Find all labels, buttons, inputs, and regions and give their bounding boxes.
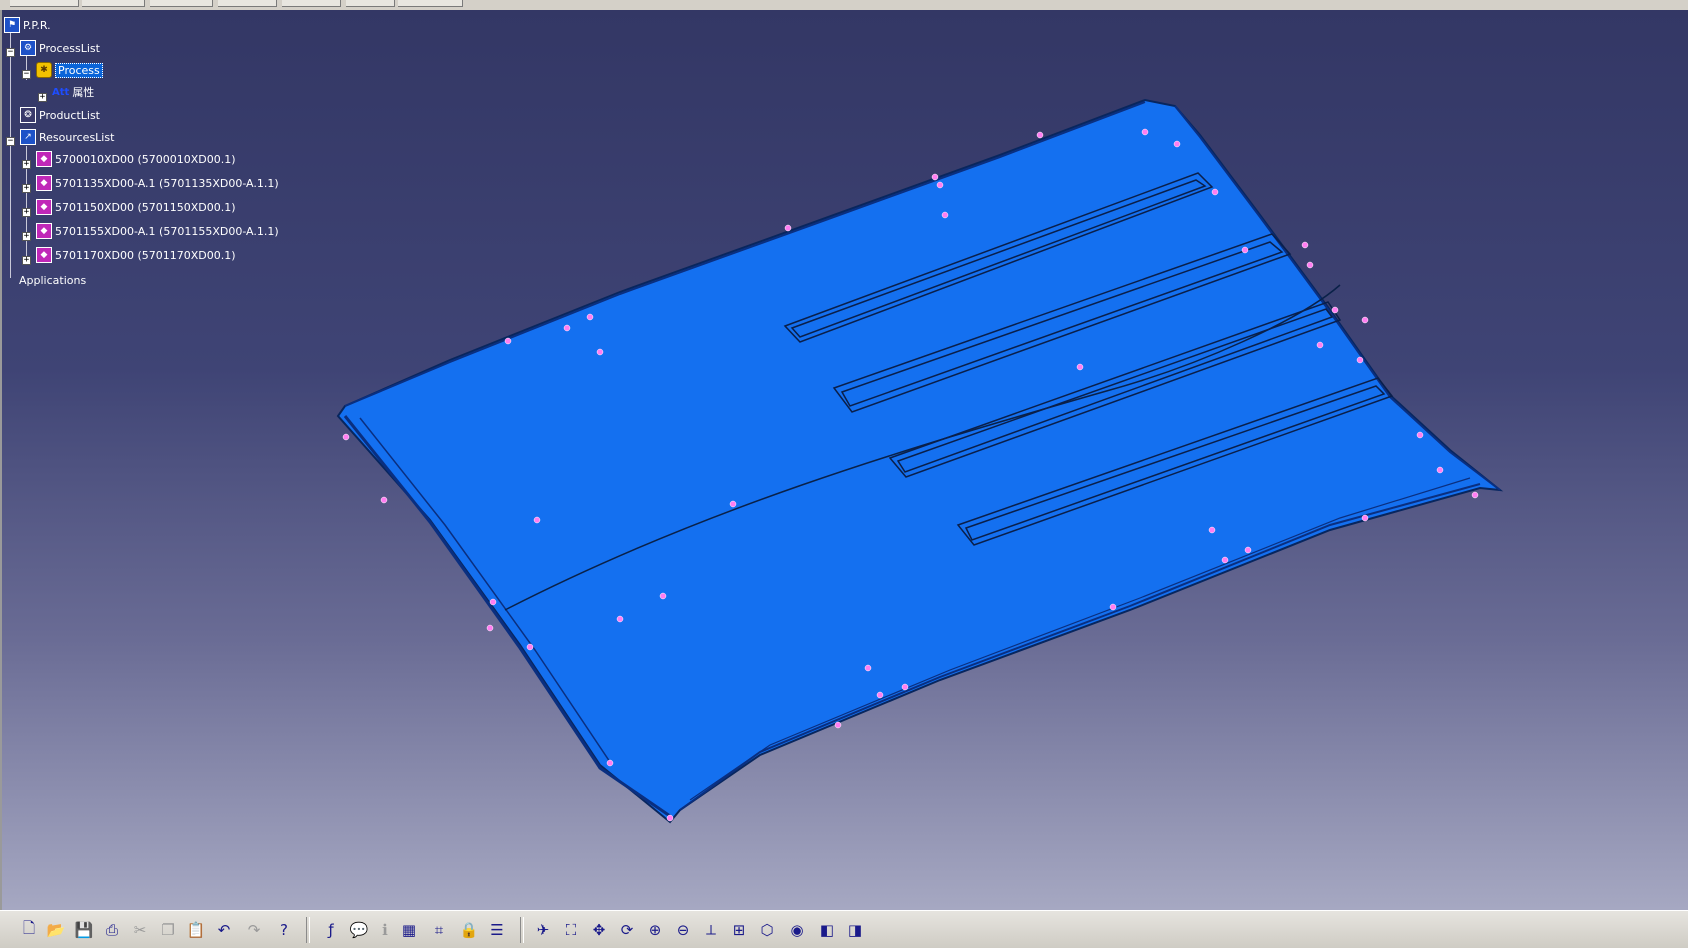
resource-icon: ◆ bbox=[36, 175, 52, 191]
print-icon[interactable]: ⎙ bbox=[101, 919, 123, 941]
tree-node-label: 5701135XD00-A.1 (5701135XD00-A.1.1) bbox=[55, 176, 279, 190]
tree-node-label: P.P.R. bbox=[23, 18, 51, 32]
expand-resource-toggle[interactable]: + bbox=[22, 256, 31, 265]
normal-view-icon[interactable]: ⟂ bbox=[700, 919, 722, 941]
comment-icon[interactable]: 💬 bbox=[348, 919, 370, 941]
product-list-icon: ❂ bbox=[20, 107, 36, 123]
tree-node-applications[interactable]: Applications bbox=[16, 270, 86, 290]
top-strip-segment bbox=[218, 0, 277, 7]
lock-icon[interactable]: 🔒 bbox=[458, 919, 480, 941]
top-strip-segment bbox=[10, 0, 79, 7]
tree-node-resource[interactable]: ◆ 5700010XD00 (5700010XD00.1) bbox=[36, 149, 236, 169]
resource-icon: ◆ bbox=[36, 247, 52, 263]
redo-icon[interactable]: ↷ bbox=[243, 919, 265, 941]
tree-node-processlist[interactable]: ⚙ ProcessList bbox=[20, 38, 100, 58]
expand-resource-toggle[interactable]: + bbox=[22, 208, 31, 217]
fly-mode-icon[interactable]: ✈ bbox=[532, 919, 554, 941]
tree-node-label: 5701155XD00-A.1 (5701155XD00-A.1.1) bbox=[55, 224, 279, 238]
tree-node-resource[interactable]: ◆ 5701170XD00 (5701170XD00.1) bbox=[36, 245, 236, 265]
top-strip-segment bbox=[150, 0, 213, 7]
resource-icon: ◆ bbox=[36, 223, 52, 239]
toolbar-separator bbox=[306, 917, 310, 943]
expand-resource-toggle[interactable]: + bbox=[22, 160, 31, 169]
ppr-icon: ⚑ bbox=[4, 17, 20, 33]
copy-icon[interactable]: ❐ bbox=[157, 919, 179, 941]
pan-icon[interactable]: ✥ bbox=[588, 919, 610, 941]
swap-visible-icon[interactable]: ◨ bbox=[844, 919, 866, 941]
specification-tree: ⚑ P.P.R. − ⚙ ProcessList − ✱ Process + A… bbox=[0, 10, 300, 300]
standard-toolbar: 🗋 📂 💾 ⎙ ✂ ❐ 📋 ↶ ↷ ? ƒ 💬 ℹ ▦ ⌗ 🔒 ☰ ✈ ⛶ ✥ … bbox=[0, 910, 1688, 948]
tree-node-label: 5701150XD00 (5701150XD00.1) bbox=[55, 200, 236, 214]
tree-node-process[interactable]: ✱ Process bbox=[36, 60, 103, 80]
catalog-icon[interactable]: ▦ bbox=[398, 919, 420, 941]
info-icon[interactable]: ℹ bbox=[374, 919, 396, 941]
top-strip-segment bbox=[282, 0, 341, 7]
collapse-resourceslist-toggle[interactable]: − bbox=[6, 137, 15, 146]
expand-resource-toggle[interactable]: + bbox=[22, 184, 31, 193]
top-strip-segment bbox=[82, 0, 145, 7]
new-icon[interactable]: 🗋 bbox=[18, 919, 40, 941]
tree-node-productlist[interactable]: ❂ ProductList bbox=[20, 105, 100, 125]
resource-icon: ◆ bbox=[36, 151, 52, 167]
toolbar-separator bbox=[520, 917, 524, 943]
tree-node-label: 属性 bbox=[72, 86, 95, 99]
top-strip-segment bbox=[346, 0, 395, 7]
tree-node-label: ResourcesList bbox=[39, 130, 115, 144]
hide-show-icon[interactable]: ◧ bbox=[816, 919, 838, 941]
roof-panel-surface bbox=[336, 98, 1504, 824]
tree-node-label: 5701170XD00 (5701170XD00.1) bbox=[55, 248, 236, 262]
tree-node-label-selected: Process bbox=[55, 62, 103, 78]
tree-node-resource[interactable]: ◆ 5701150XD00 (5701150XD00.1) bbox=[36, 197, 236, 217]
formula-icon[interactable]: ƒ bbox=[320, 919, 342, 941]
process-gear-icon: ✱ bbox=[36, 62, 52, 78]
expand-resource-toggle[interactable]: + bbox=[22, 232, 31, 241]
tree-node-ppr[interactable]: ⚑ P.P.R. bbox=[4, 15, 51, 35]
collapse-processlist-toggle[interactable]: − bbox=[6, 48, 15, 57]
collapse-process-toggle[interactable]: − bbox=[22, 70, 31, 79]
iso-view-icon[interactable]: ⬡ bbox=[756, 919, 778, 941]
undo-icon[interactable]: ↶ bbox=[213, 919, 235, 941]
resources-list-icon: ↗ bbox=[20, 129, 36, 145]
zoom-in-icon[interactable]: ⊕ bbox=[644, 919, 666, 941]
paste-icon[interactable]: 📋 bbox=[185, 919, 207, 941]
shading-icon[interactable]: ◉ bbox=[786, 919, 808, 941]
tree-connector bbox=[10, 28, 11, 278]
tree-node-label: ProcessList bbox=[39, 41, 100, 55]
tree-node-resource[interactable]: ◆ 5701155XD00-A.1 (5701155XD00-A.1.1) bbox=[36, 221, 279, 241]
save-icon[interactable]: 💾 bbox=[73, 919, 95, 941]
expand-attributes-toggle[interactable]: + bbox=[38, 93, 47, 102]
tree-node-resource[interactable]: ◆ 5701135XD00-A.1 (5701135XD00-A.1.1) bbox=[36, 173, 279, 193]
process-list-icon: ⚙ bbox=[20, 40, 36, 56]
tree-node-label: Applications bbox=[19, 273, 87, 287]
tree-icon[interactable]: ⌗ bbox=[428, 919, 450, 941]
resource-icon: ◆ bbox=[36, 199, 52, 215]
properties-icon[interactable]: ☰ bbox=[486, 919, 508, 941]
rotate-icon[interactable]: ⟳ bbox=[616, 919, 638, 941]
open-icon[interactable]: 📂 bbox=[45, 919, 67, 941]
tree-node-label: 5700010XD00 (5700010XD00.1) bbox=[55, 152, 236, 166]
cut-icon[interactable]: ✂ bbox=[129, 919, 151, 941]
multi-view-icon[interactable]: ⊞ bbox=[728, 919, 750, 941]
whats-this-icon[interactable]: ? bbox=[273, 919, 295, 941]
tree-node-resourceslist[interactable]: ↗ ResourcesList bbox=[20, 127, 114, 147]
top-strip-segment bbox=[398, 0, 463, 7]
attributes-icon: Att bbox=[52, 86, 70, 98]
tree-node-attributes[interactable]: Att 属性 bbox=[52, 82, 94, 102]
zoom-out-icon[interactable]: ⊖ bbox=[672, 919, 694, 941]
tree-node-label: ProductList bbox=[39, 108, 100, 122]
fit-all-icon[interactable]: ⛶ bbox=[560, 919, 582, 941]
